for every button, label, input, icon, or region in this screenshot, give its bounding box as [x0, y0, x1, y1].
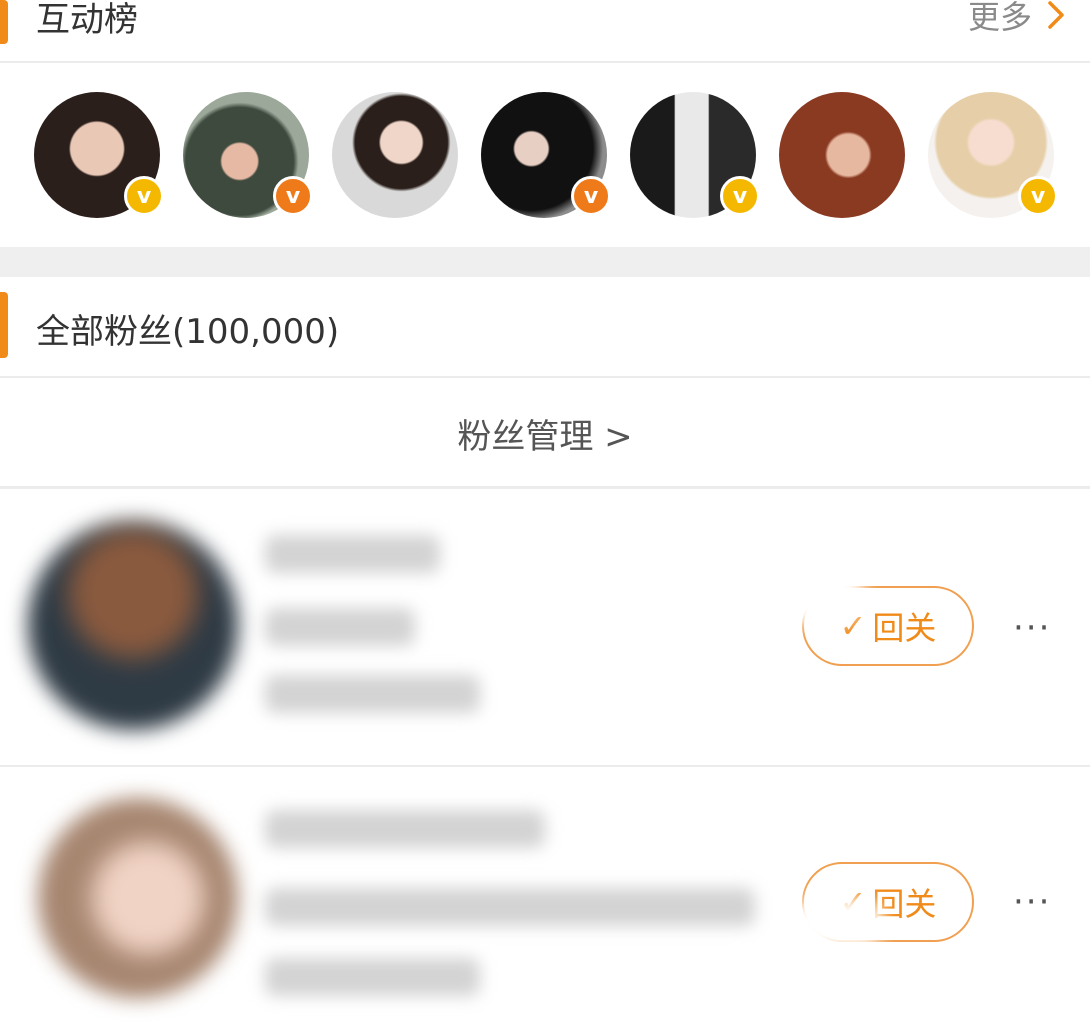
fan-name-blurred [265, 535, 440, 573]
verified-badge-icon: v [273, 176, 313, 216]
chevron-right-icon [1048, 1, 1064, 29]
verified-badge-icon: v [571, 176, 611, 216]
verified-badge-icon: v [124, 176, 164, 216]
divider [0, 765, 1090, 767]
ranking-avatar[interactable]: v [34, 92, 164, 218]
fan-list-item[interactable]: ✓ 回关 ··· [0, 768, 1090, 1035]
divider [0, 486, 1090, 489]
fan-name-blurred [265, 810, 545, 848]
all-fans-header: 全部粉丝(100,000) [0, 278, 1090, 376]
ranking-avatar[interactable]: v [183, 92, 313, 218]
more-link[interactable]: 更多 [968, 0, 1066, 38]
redaction-smudge [790, 898, 885, 948]
section-separator [0, 247, 1090, 277]
divider [0, 61, 1090, 63]
fan-avatar[interactable] [38, 798, 238, 998]
fan-desc-blurred [265, 608, 415, 646]
divider [0, 376, 1090, 378]
verified-badge-icon: v [720, 176, 760, 216]
fan-management-link[interactable]: 粉丝管理 > [0, 380, 1090, 486]
fan-meta-blurred [265, 675, 480, 713]
all-fans-title: 全部粉丝(100,000) [36, 312, 340, 352]
interaction-ranking-title: 互动榜 [36, 0, 138, 40]
verified-badge-icon: v [1018, 176, 1058, 216]
fan-avatar[interactable] [28, 520, 238, 730]
section-accent-bar [0, 292, 8, 358]
more-options-icon[interactable]: ··· [1013, 882, 1051, 922]
more-label: 更多 [967, 0, 1032, 36]
redaction-smudge [780, 565, 865, 625]
interaction-ranking-header: 互动榜 更多 [0, 0, 1090, 62]
fan-desc-blurred [265, 888, 755, 926]
ranking-avatar[interactable]: v [630, 92, 760, 218]
ranking-avatar[interactable] [332, 92, 458, 218]
ranking-avatar[interactable]: v [928, 92, 1058, 218]
follow-back-label: 回关 [872, 609, 937, 647]
section-accent-bar [0, 0, 8, 44]
more-options-icon[interactable]: ··· [1013, 608, 1051, 648]
fan-list-item[interactable]: ✓ 回关 ··· [0, 490, 1090, 765]
fan-meta-blurred [265, 958, 480, 996]
ranking-avatar[interactable]: v [481, 92, 611, 218]
ranking-avatar[interactable] [779, 92, 905, 218]
